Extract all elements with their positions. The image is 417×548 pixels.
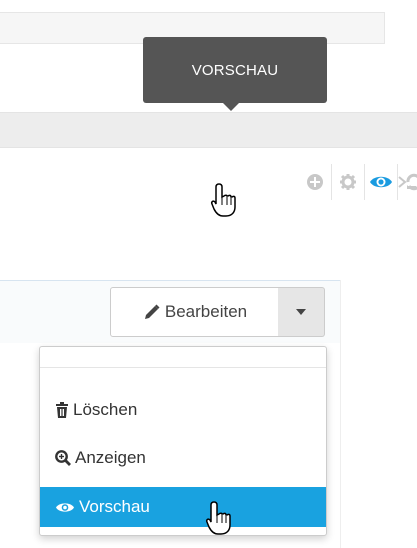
edit-button[interactable]: Bearbeiten xyxy=(110,287,280,337)
trash-icon xyxy=(56,402,68,418)
preview-button[interactable] xyxy=(364,164,398,200)
edit-button-label: Bearbeiten xyxy=(164,302,248,321)
pencil-icon xyxy=(144,304,160,319)
divider xyxy=(340,280,341,548)
hand-cursor-icon xyxy=(211,183,236,217)
menu-item-view[interactable]: Anzeigen xyxy=(40,438,326,478)
dropdown-menu: Löschen Anzeigen Vorschau xyxy=(39,346,327,536)
zoom-icon xyxy=(55,450,71,466)
terminal-icon xyxy=(398,176,416,188)
menu-item-label: Vorschau xyxy=(79,497,150,516)
plus-circle-icon xyxy=(306,174,323,190)
eye-icon xyxy=(369,176,392,188)
hand-cursor-icon xyxy=(206,501,231,535)
dropdown-toggle-button[interactable] xyxy=(278,287,325,337)
menu-item-delete[interactable]: Löschen xyxy=(40,390,326,430)
tooltip-text: VORSCHAU xyxy=(191,61,279,79)
plus-circle-button[interactable] xyxy=(298,164,332,200)
menu-item-label: Anzeigen xyxy=(75,448,146,467)
tooltip: VORSCHAU xyxy=(143,37,327,103)
menu-item-label: Löschen xyxy=(73,400,138,419)
toolbar-header-band xyxy=(0,112,417,148)
menu-divider xyxy=(40,367,326,368)
caret-down-icon xyxy=(296,309,306,315)
menu-item-preview[interactable]: Vorschau xyxy=(40,487,326,527)
settings-button[interactable] xyxy=(331,164,365,200)
tooltip-arrow xyxy=(222,102,240,111)
terminal-button[interactable] xyxy=(397,164,417,200)
gear-icon xyxy=(339,174,356,190)
eye-icon xyxy=(56,502,74,512)
